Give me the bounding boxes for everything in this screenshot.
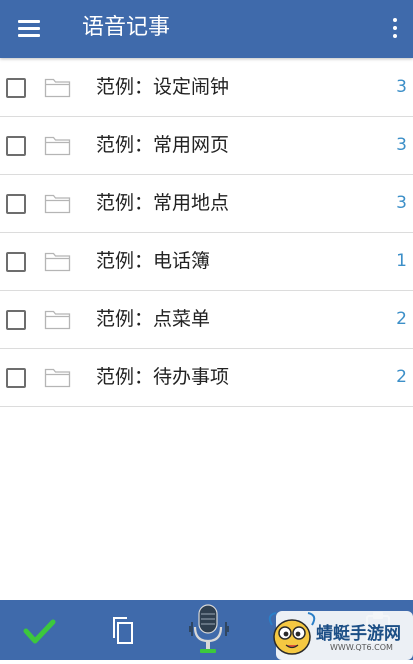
note-count: 2 [396,367,407,387]
folder-icon [44,78,71,98]
check-icon [23,619,56,644]
more-vert-icon-dot [393,34,397,38]
note-count: 3 [396,135,407,155]
folder-icon [44,310,71,330]
voice-record-button[interactable] [182,600,234,660]
hamburger-menu-icon [18,20,40,23]
item-checkbox[interactable] [6,368,26,388]
note-count: 3 [396,193,407,213]
confirm-button[interactable] [14,600,66,660]
more-vert-icon-dot [393,26,397,30]
more-vert-icon [393,18,397,22]
list-item[interactable]: 范例：点菜单 2 [0,291,413,349]
list-item[interactable]: 范例：常用网页 3 [0,117,413,175]
list-item[interactable]: 范例：常用地点 3 [0,175,413,233]
copy-button[interactable] [98,600,150,660]
list-item[interactable]: 范例：电话簿 1 [0,233,413,291]
notebook-title: 范例：常用地点 [96,192,230,214]
menu-button[interactable] [16,15,42,41]
notebook-list: 范例：设定闹钟 3 范例：常用网页 3 范例：常用地点 3 范例：电话簿 1 范… [0,59,413,407]
app-bar: 语音记事 [0,0,413,58]
folder-icon [44,252,71,272]
note-count: 1 [396,251,407,271]
dragonfly-mascot-logo [268,612,316,655]
item-checkbox[interactable] [6,78,26,98]
notebook-title: 范例：电话簿 [96,250,211,272]
note-count: 3 [396,77,407,97]
folder-icon [44,194,71,214]
microphone-icon [189,604,229,653]
folder-icon [44,136,71,156]
watermark: 蜻蜓手游网 WWW.QT6.COM [262,607,413,660]
overflow-menu-button[interactable] [386,15,404,41]
hamburger-menu-icon-line [18,27,40,30]
notebook-title: 范例：常用网页 [96,134,230,156]
app-title: 语音记事 [82,15,171,40]
hamburger-menu-icon-line [18,34,40,37]
notebook-title: 范例：设定闹钟 [96,76,230,98]
list-item[interactable]: 范例：待办事项 2 [0,349,413,407]
item-checkbox[interactable] [6,136,26,156]
item-checkbox[interactable] [6,252,26,272]
watermark-text: 蜻蜓手游网 [316,624,401,644]
note-count: 2 [396,309,407,329]
notebook-title: 范例：待办事项 [96,366,230,388]
watermark-url: WWW.QT6.COM [330,643,393,652]
item-checkbox[interactable] [6,310,26,330]
item-checkbox[interactable] [6,194,26,214]
folder-icon [44,368,71,388]
list-item[interactable]: 范例：设定闹钟 3 [0,59,413,117]
notebook-title: 范例：点菜单 [96,308,211,330]
copy-icon [113,617,133,644]
